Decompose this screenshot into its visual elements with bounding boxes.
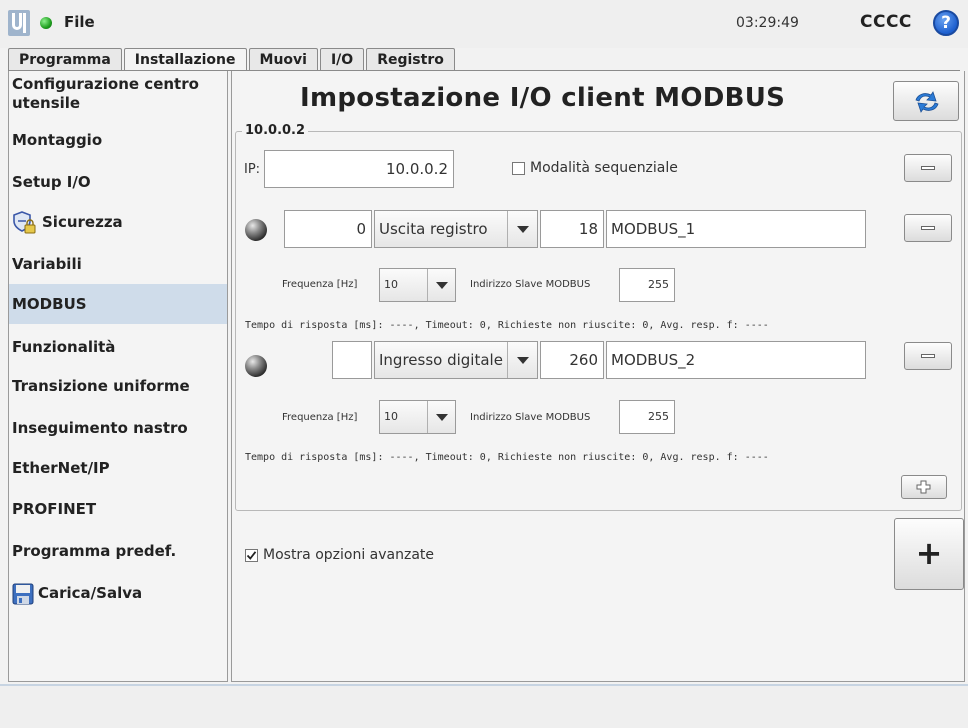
robot-name: CCCC: [860, 12, 912, 32]
main-panel: Impostazione I/O client MODBUS 10.0.0.2 …: [231, 71, 965, 682]
sidebar-item-label: Inseguimento nastro: [12, 419, 188, 437]
add-unit-button[interactable]: +: [894, 518, 964, 590]
response-status-line: Tempo di risposta [ms]: ----, Timeout: 0…: [245, 320, 769, 331]
sidebar-item-label: Setup I/O: [12, 173, 91, 191]
frequency-value: 10: [384, 278, 398, 291]
signal-type-dropdown[interactable]: Uscita registro: [374, 210, 538, 248]
sidebar-item-ethernet-ip[interactable]: EtherNet/IP: [9, 451, 227, 485]
page-title: Impostazione I/O client MODBUS: [300, 83, 786, 113]
checkmark-icon: [246, 551, 257, 560]
clock-time: 03:29:49: [736, 15, 799, 31]
refresh-icon: [915, 91, 939, 113]
slave-address-label: Indirizzo Slave MODBUS: [470, 412, 591, 423]
minus-icon: [921, 354, 935, 358]
signal-status-led: [245, 355, 267, 377]
response-status-line: Tempo di risposta [ms]: ----, Timeout: 0…: [245, 452, 769, 463]
tab-muovi[interactable]: Muovi: [248, 48, 318, 71]
plus-icon: [916, 480, 931, 494]
signal-name-field[interactable]: MODBUS_2: [606, 341, 866, 379]
sidebar-item-label: PROFINET: [12, 500, 97, 518]
chevron-down-icon: [507, 211, 537, 247]
signal-type-value: Uscita registro: [379, 220, 488, 238]
sidebar-item-label: Sicurezza: [42, 213, 123, 231]
unit-ip-title: 10.0.0.2: [242, 123, 309, 138]
sidebar-item-montaggio[interactable]: Montaggio: [9, 123, 227, 157]
sidebar-item-label: Carica/Salva: [38, 584, 143, 602]
ip-label: IP:: [244, 162, 261, 177]
slave-address-label: Indirizzo Slave MODBUS: [470, 279, 591, 290]
sidebar-item-variabili[interactable]: Variabili: [9, 247, 227, 281]
sidebar-item-label: EtherNet/IP: [12, 459, 110, 477]
floppy-disk-icon: [12, 583, 34, 604]
sidebar-item-funzionalita[interactable]: Funzionalità: [9, 330, 227, 364]
file-menu[interactable]: File: [64, 13, 95, 31]
ip-address-field[interactable]: 10.0.0.2: [264, 150, 454, 188]
sequential-mode-checkbox[interactable]: [512, 162, 525, 175]
tab-installazione[interactable]: Installazione: [123, 48, 247, 72]
minus-icon: [921, 166, 935, 170]
remove-unit-button[interactable]: [904, 154, 952, 182]
sidebar-item-modbus[interactable]: MODBUS: [9, 284, 227, 324]
sidebar-item-sicurezza[interactable]: Sicurezza: [9, 205, 227, 239]
chevron-down-icon: [427, 401, 455, 433]
signal-status-led: [245, 219, 267, 241]
tab-registro[interactable]: Registro: [366, 48, 455, 71]
chevron-down-icon: [427, 269, 455, 301]
robot-status-icon: [40, 17, 52, 29]
sidebar-item-label: Programma predef.: [12, 542, 177, 560]
minus-icon: [921, 226, 935, 230]
sidebar-item-inseguimento-nastro[interactable]: Inseguimento nastro: [9, 411, 227, 445]
sidebar-item-configurazione-centro-utensile[interactable]: Configurazione centro utensile: [9, 75, 227, 117]
sidebar-item-setup-io[interactable]: Setup I/O: [9, 165, 227, 199]
show-advanced-label: Mostra opzioni avanzate: [263, 547, 435, 563]
refresh-button[interactable]: [893, 81, 959, 121]
help-icon[interactable]: ?: [933, 10, 959, 36]
tab-io[interactable]: I/O: [319, 48, 365, 71]
main-tabs: Programma Installazione Muovi I/O Regist…: [8, 48, 457, 72]
sidebar-item-transizione-uniforme[interactable]: Transizione uniforme: [9, 369, 227, 403]
show-advanced-checkbox[interactable]: [245, 549, 258, 562]
signal-type-dropdown[interactable]: Ingresso digitale: [374, 341, 538, 379]
sidebar-item-label: Montaggio: [12, 131, 103, 149]
signal-register-field[interactable]: 260: [540, 341, 604, 379]
chevron-down-icon: [507, 342, 537, 378]
modbus-unit-group: 10.0.0.2 IP: 10.0.0.2 Modalità sequenzia…: [235, 123, 962, 511]
sidebar-item-label: Variabili: [12, 255, 82, 273]
sidebar-item-label: Funzionalità: [12, 338, 116, 356]
tab-programma[interactable]: Programma: [8, 48, 122, 71]
signal-type-value: Ingresso digitale: [379, 351, 503, 369]
sidebar-item-carica-salva[interactable]: Carica/Salva: [9, 576, 227, 610]
sequential-mode-label: Modalità sequenziale: [530, 160, 678, 176]
ur-logo-icon: [8, 10, 30, 36]
signal-register-field[interactable]: 18: [540, 210, 604, 248]
frequency-label: Frequenza [Hz]: [282, 412, 358, 423]
signal-name-field[interactable]: MODBUS_1: [606, 210, 866, 248]
sidebar: Configurazione centro utensile Montaggio…: [8, 71, 228, 682]
bottom-bar: [0, 684, 968, 728]
remove-signal-button[interactable]: [904, 342, 952, 370]
shield-lock-icon: [13, 210, 36, 233]
sidebar-item-programma-predef[interactable]: Programma predef.: [9, 534, 227, 568]
sidebar-item-label: MODBUS: [12, 295, 87, 313]
frequency-dropdown[interactable]: 10: [379, 400, 456, 434]
signal-address-field[interactable]: [332, 341, 372, 379]
sidebar-item-label: Transizione uniforme: [12, 377, 190, 395]
sidebar-item-label: Configurazione centro utensile: [12, 75, 199, 112]
frequency-dropdown[interactable]: 10: [379, 268, 456, 302]
add-signal-button[interactable]: [901, 475, 947, 499]
slave-address-field[interactable]: 255: [619, 268, 675, 302]
frequency-value: 10: [384, 410, 398, 423]
remove-signal-button[interactable]: [904, 214, 952, 242]
top-bar: File 03:29:49 CCCC ?: [0, 0, 968, 48]
slave-address-field[interactable]: 255: [619, 400, 675, 434]
frequency-label: Frequenza [Hz]: [282, 279, 358, 290]
sidebar-item-profinet[interactable]: PROFINET: [9, 492, 227, 526]
signal-address-field[interactable]: 0: [284, 210, 372, 248]
